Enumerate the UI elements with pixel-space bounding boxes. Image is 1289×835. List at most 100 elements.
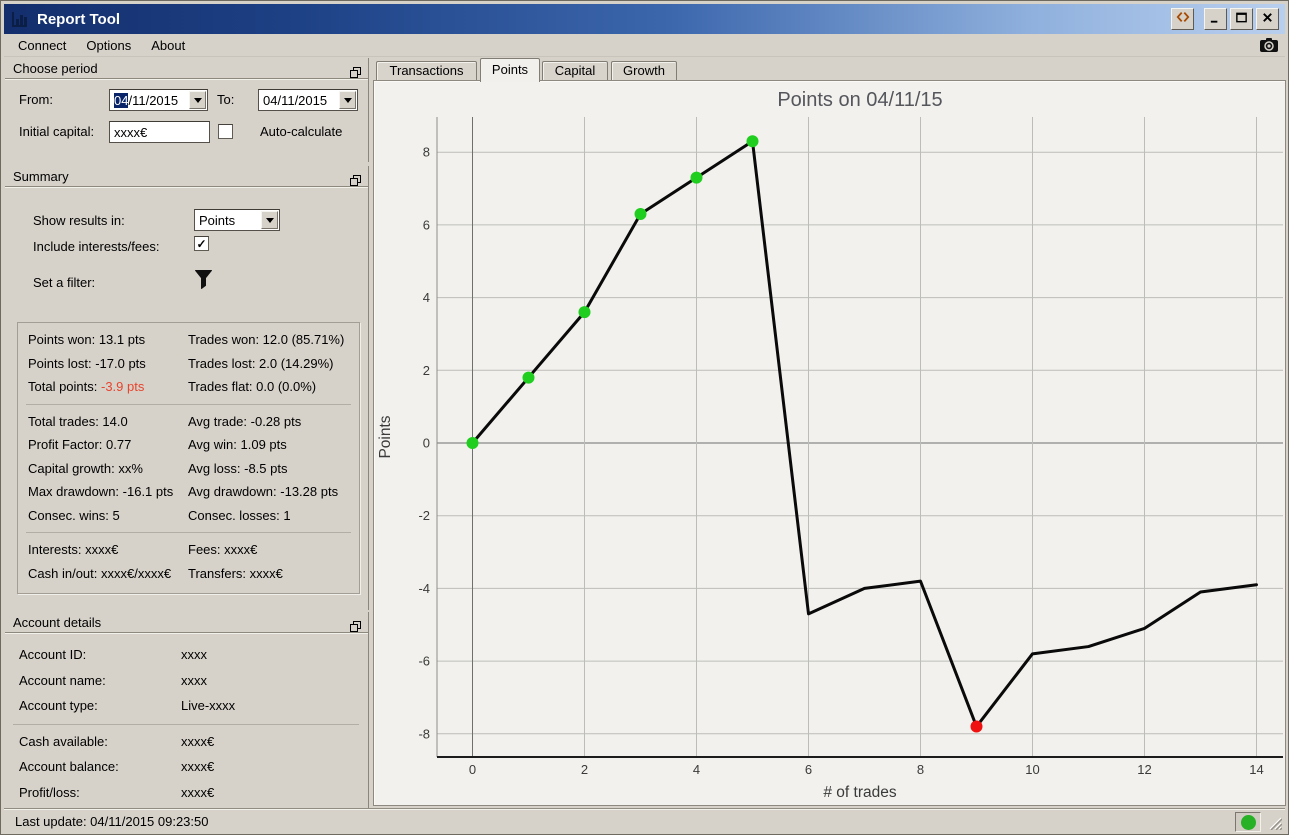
show-results-dropdown-button[interactable] — [261, 211, 278, 229]
account-row-label: Account ID: — [19, 647, 87, 663]
menu-item-about[interactable]: About — [141, 35, 195, 56]
stat-right: Trades flat: 0.0 (0.0%) — [188, 379, 317, 395]
set-filter-label: Set a filter: — [33, 275, 96, 290]
summary-stats-box: Points won: 13.1 pts Trades won: 12.0 (85… — [17, 322, 360, 594]
initial-capital-input[interactable]: xxxx€ — [109, 121, 210, 143]
account-row-value: xxxx — [181, 647, 207, 663]
chevron-down-icon — [265, 217, 274, 223]
account-row-label: Account type: — [19, 698, 98, 714]
from-date-rest: /11/2015 — [128, 92, 179, 108]
statusbar: Last update: 04/11/2015 09:23:50 — [4, 808, 1285, 833]
camera-icon[interactable] — [1259, 37, 1279, 53]
last-update-text: Last update: 04/11/2015 09:23:50 — [15, 813, 209, 829]
from-date-combobox[interactable]: 04/11/2015 — [109, 89, 208, 111]
tab-points[interactable]: Points — [480, 58, 540, 82]
y-tick-label: 2 — [423, 363, 430, 378]
choose-period-section: Choose period From: 04/11/2015 To: 04/11… — [5, 58, 369, 162]
chart-title: Points on 04/11/15 — [777, 89, 942, 111]
float-window-icon[interactable] — [350, 63, 361, 78]
stat-left: Total trades: 14.0 — [28, 413, 128, 429]
stats-row: Consec. wins: 5 Consec. losses: 1 — [26, 504, 351, 528]
win-marker — [522, 371, 535, 384]
stats-row: Total trades: 14.0 Avg trade: -0.28 pts — [26, 410, 351, 434]
stats-row: Max drawdown: -16.1 pts Avg drawdown: -13… — [26, 480, 351, 504]
stats-group: Points won: 13.1 pts Trades won: 12.0 (85… — [26, 323, 351, 404]
x-tick-label: 6 — [805, 762, 812, 777]
chevron-down-icon — [193, 97, 202, 103]
loss-marker — [970, 720, 983, 733]
to-label: To: — [217, 92, 235, 107]
window-title: Report Tool — [37, 10, 121, 28]
stats-row: Interests: xxxx€ Fees: xxxx€ — [26, 538, 351, 562]
float-window-icon[interactable] — [350, 617, 361, 632]
x-tick-label: 8 — [917, 762, 924, 777]
resize-grip[interactable] — [1268, 816, 1283, 831]
connection-indicator-box — [1235, 812, 1261, 832]
win-marker — [466, 437, 479, 449]
include-interests-checkbox[interactable]: ✓ — [194, 236, 209, 251]
connection-status-led — [1240, 814, 1256, 830]
account-row-label: Profit/loss: — [19, 784, 80, 800]
y-axis-label: Points — [377, 415, 394, 458]
to-date-dropdown-button[interactable] — [339, 91, 356, 109]
summary-title: Summary — [13, 169, 69, 184]
detach-button[interactable] — [1171, 8, 1194, 30]
from-date-dropdown-button[interactable] — [189, 91, 206, 109]
win-marker — [690, 171, 703, 184]
stat-left: Points won: 13.1 pts — [28, 332, 146, 348]
include-interests-label: Include interests/fees: — [33, 239, 160, 254]
menu-item-options[interactable]: Options — [76, 35, 141, 56]
y-tick-label: -4 — [418, 581, 430, 596]
account-row-value: xxxx€ — [181, 759, 215, 775]
account-group: Cash available: xxxx€ Account balance: xxxx… — [13, 723, 359, 806]
report-tabs-panel: Transactions Points Capital Growth 0 2 4 6 8 10 1… — [373, 58, 1286, 806]
show-results-value: Points — [199, 212, 236, 228]
tab-growth[interactable]: Growth — [611, 61, 677, 81]
chart-pane: 0 2 4 6 8 10 12 14 -8 -6 -4 -2 0 2 4 6 8 Points on 04/11/… — [373, 80, 1286, 806]
y-tick-label: 6 — [423, 217, 430, 232]
close-button[interactable] — [1256, 8, 1279, 30]
minimize-button[interactable] — [1204, 8, 1227, 30]
y-tick-label: 8 — [423, 145, 430, 160]
stats-row: Total points: -3.9 pts Trades flat: 0.0 (… — [26, 375, 351, 399]
stat-left: Capital growth: xx% — [28, 460, 143, 476]
account-row-value: Live-xxxx — [181, 698, 236, 714]
account-row-value: xxxx — [181, 672, 207, 688]
tab-transactions[interactable]: Transactions — [376, 61, 477, 81]
titlebar[interactable]: Report Tool — [4, 4, 1285, 34]
account-row-label: Cash available: — [19, 733, 108, 749]
points-line-series — [471, 139, 1258, 729]
stat-right: Avg drawdown: -13.28 pts — [188, 484, 339, 500]
stat-left: Consec. wins: 5 — [28, 507, 120, 523]
account-row: Account name: xxxx — [5, 668, 367, 694]
account-row-value: xxxx€ — [181, 733, 215, 749]
win-marker — [578, 306, 591, 319]
funnel-icon[interactable] — [194, 269, 213, 290]
detach-arrows-icon — [1176, 10, 1190, 28]
y-tick-label: 0 — [423, 436, 430, 451]
account-details-section: Account details Account ID: xxxx Account n… — [5, 612, 369, 808]
show-results-combobox[interactable]: Points — [194, 209, 280, 231]
y-tick-label: 4 — [423, 290, 430, 305]
y-tick-label: -2 — [418, 508, 430, 523]
stat-right: Trades lost: 2.0 (14.29%) — [188, 355, 334, 371]
tab-bar: Transactions Points Capital Growth — [373, 58, 1286, 82]
stats-row: Points won: 13.1 pts Trades won: 12.0 (85… — [26, 328, 351, 352]
auto-calculate-checkbox[interactable] — [218, 124, 233, 139]
account-row: Account type: Live-xxxx — [5, 693, 367, 719]
from-label: From: — [19, 92, 53, 107]
chevron-down-icon — [343, 97, 352, 103]
account-row: Account ID: xxxx — [5, 642, 367, 668]
stat-left: Total points: -3.9 pts — [28, 379, 145, 395]
from-date-selected-part: 04 — [114, 92, 129, 108]
float-window-icon[interactable] — [350, 171, 361, 186]
x-tick-label: 12 — [1137, 762, 1151, 777]
x-tick-label: 0 — [469, 762, 476, 777]
choose-period-header: Choose period — [5, 58, 368, 79]
stats-group: Interests: xxxx€ Fees: xxxx€ Cash in/out: … — [26, 532, 351, 590]
titlebar-buttons — [1168, 8, 1279, 30]
tab-capital[interactable]: Capital — [542, 61, 608, 81]
menu-item-connect[interactable]: Connect — [8, 35, 76, 56]
maximize-button[interactable] — [1230, 8, 1253, 30]
to-date-combobox[interactable]: 04/11/2015 — [258, 89, 358, 111]
